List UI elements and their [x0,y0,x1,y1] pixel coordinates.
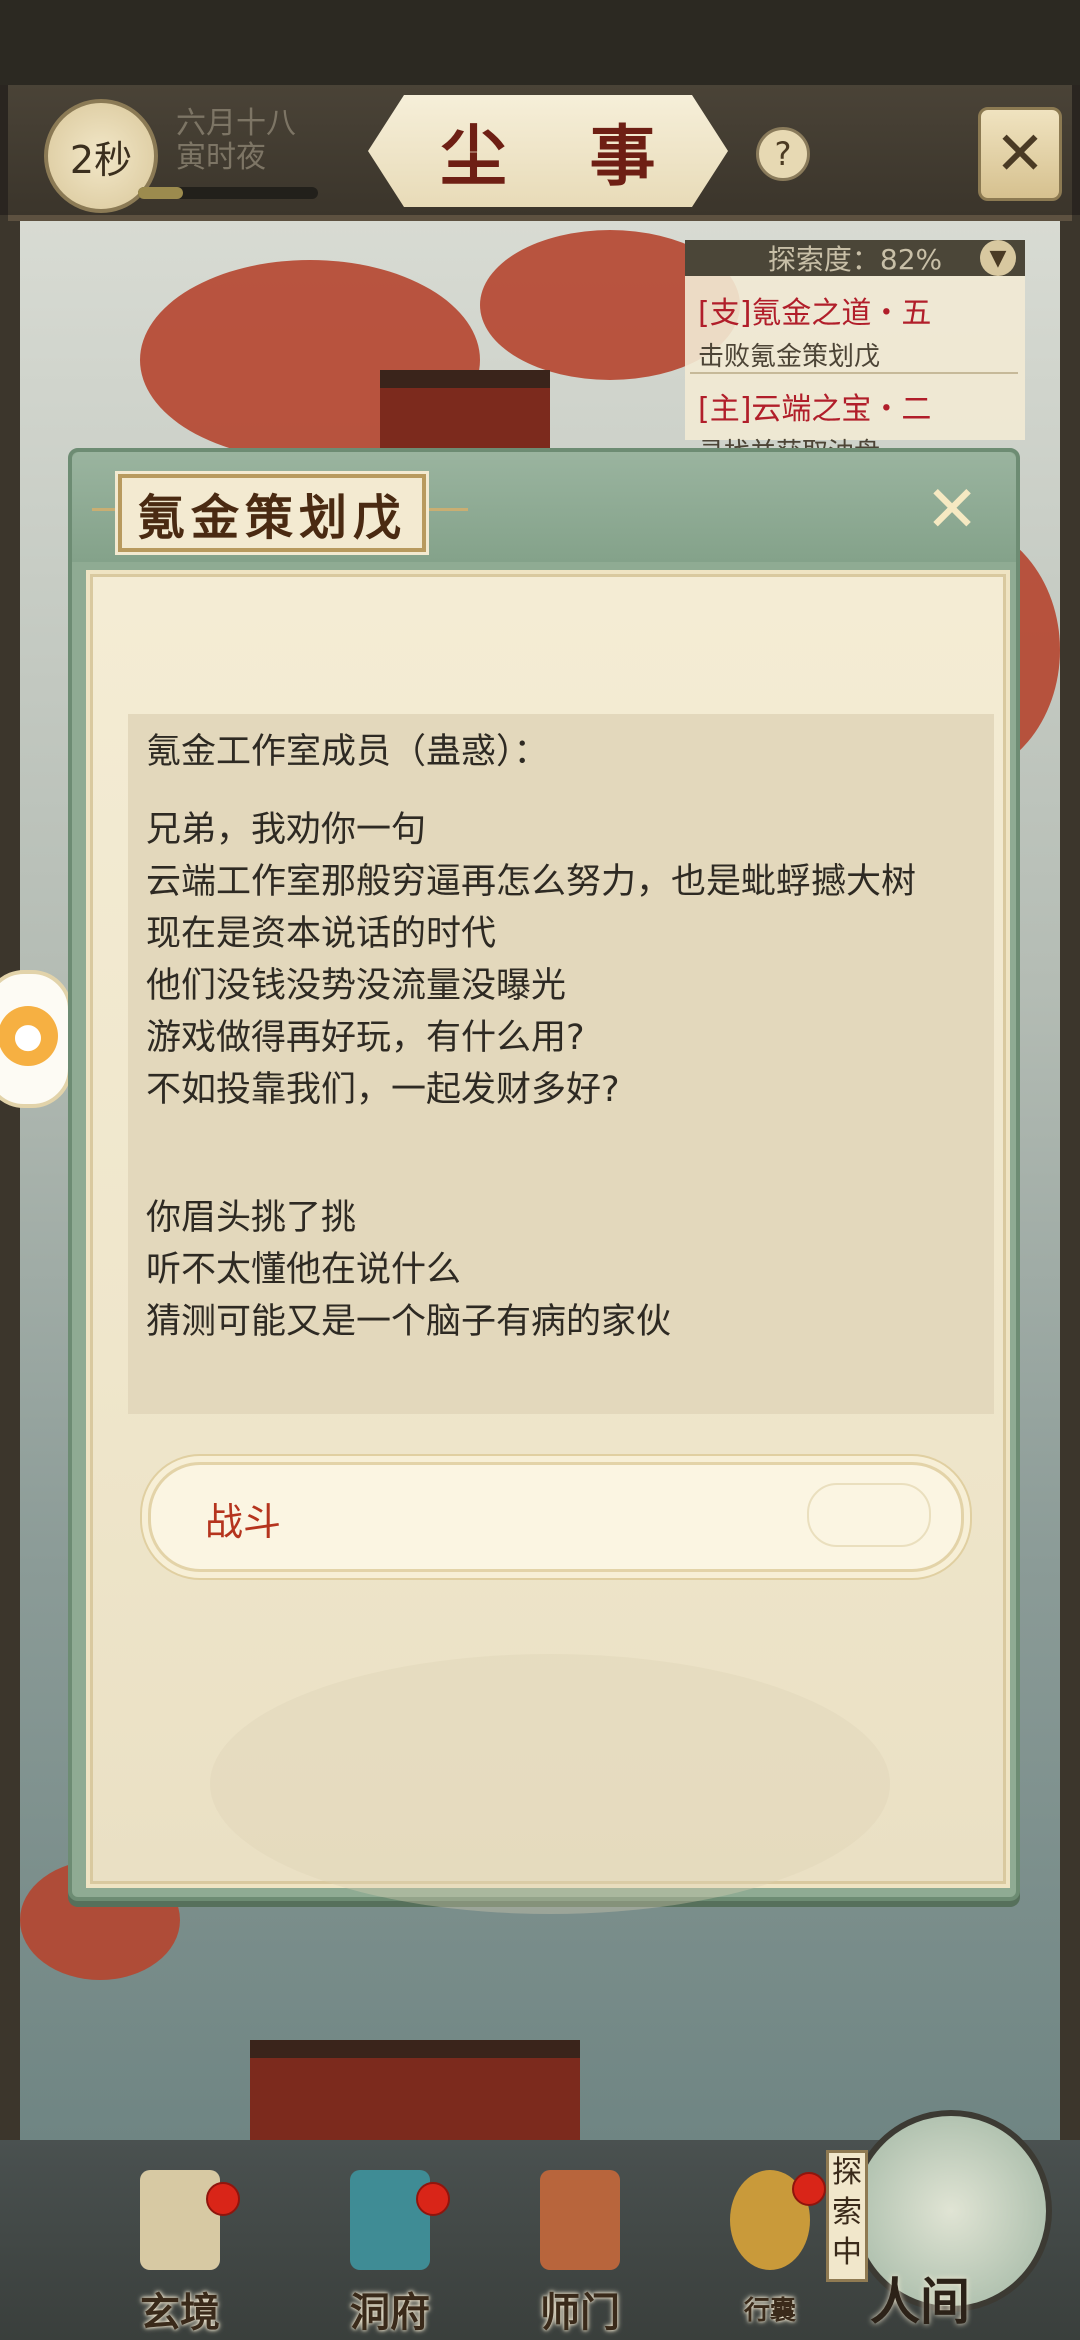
frame-right [1060,215,1080,2145]
status-bar-area [0,0,1080,85]
dialogue-line: 兄弟，我劝你一句 [146,810,427,850]
fight-option-button[interactable]: 战斗 [148,1462,964,1572]
close-icon: ✕ [994,119,1046,189]
title-plaque: 尘 事 [368,95,728,207]
gamepad-icon: ● [0,1006,58,1066]
dialog-close-button[interactable]: ✕ [920,473,984,547]
time-line: 寅时夜 [176,140,266,175]
nav-label: 行囊 [743,2296,796,2326]
dialogue-line: 现在是资本说话的时代 [146,914,497,954]
dialogue-line: 不如投靠我们，一起发财多好? [146,1070,620,1110]
header-bar: 2秒 六月十八 寅时夜 尘 事 ? ✕ [8,85,1072,221]
mist-landscape [210,1654,890,1914]
event-dialog: 氪金策划戊 ✕ 氪金工作室成员（蛊惑）： 兄弟，我劝你一句 云端工作室那般穷逼再… [68,448,1020,1914]
cloud-ornament [807,1483,931,1547]
scroll-icon [140,2170,220,2270]
nav-item-xuanjing[interactable]: 玄境 [110,2170,250,2336]
dialogue-text-box[interactable]: 氪金工作室成员（蛊惑）： 兄弟，我劝你一句 云端工作室那般穷逼再怎么努力，也是蚍… [128,714,994,1414]
quest-item-title[interactable]: [支]氪金之道・五 [698,288,931,332]
nav-item-xingnang[interactable]: 行囊 [700,2170,840,2330]
quest-item-subtitle: 击败氪金策划戊 [698,342,881,372]
notification-dot [416,2182,450,2216]
exploring-tag: 探索中 [826,2150,868,2282]
dialog-title-plaque: 氪金策划戊 [115,471,429,555]
narration-paragraph: 你眉头挑了挑 听不太懂他在说什么 猜测可能又是一个脑子有病的家伙 [146,1192,976,1348]
dialog-title: 氪金策划戊 [136,490,407,546]
dialogue-line: 游戏做得再好玩，有什么用? [146,1018,585,1058]
time-progress-bar [138,187,318,199]
game-screen: 2秒 六月十八 寅时夜 尘 事 ? ✕ 探索度：82% ▼ [支]氪金之道・五 … [0,0,1080,2340]
nav-label: 师门 [540,2289,620,2336]
notification-dot [792,2172,826,2206]
nav-label: 洞府 [350,2289,430,2336]
narration-line: 听不太懂他在说什么 [146,1250,462,1290]
chevron-down-icon[interactable]: ▼ [980,240,1016,276]
narration-line: 猜测可能又是一个脑子有病的家伙 [146,1302,672,1342]
dialog-body: 氪金工作室成员（蛊惑）： 兄弟，我劝你一句 云端工作室那般穷逼再怎么努力，也是蚍… [86,570,1010,1914]
page-title: 尘 事 [440,117,686,195]
option-label: 战斗 [205,1500,282,1544]
close-icon: ✕ [925,473,979,547]
exploration-progress: 探索度：82% [685,240,1025,276]
dialogue-paragraph: 兄弟，我劝你一句 云端工作室那般穷逼再怎么努力，也是蚍蜉撼大树 现在是资本说话的… [146,804,976,1116]
date-display: 六月十八 寅时夜 [176,107,296,175]
speaker-label: 氪金工作室成员（蛊惑）： [146,732,549,772]
cave-lantern-icon [350,2170,430,2270]
divider [690,372,1018,374]
frame-left [0,215,20,2145]
banner-icon [540,2170,620,2270]
floating-assistant-button[interactable]: ● [0,970,72,1108]
time-progress-fill [138,187,183,199]
help-button[interactable]: ? [756,127,810,181]
world-label: 人间 [870,2272,970,2331]
narration-line: 你眉头挑了挑 [146,1198,357,1238]
date-line: 六月十八 [176,106,296,141]
quest-item-title[interactable]: [主]云端之宝・二 [698,384,931,428]
dialogue-line: 云端工作室那般穷逼再怎么努力，也是蚍蜉撼大树 [146,862,917,902]
close-button[interactable]: ✕ [978,107,1062,201]
nav-item-shimen[interactable]: 师门 [510,2170,650,2336]
notification-dot [206,2182,240,2216]
nav-item-dongfu[interactable]: 洞府 [320,2170,460,2336]
dialogue-line: 他们没钱没势没流量没曝光 [146,966,567,1006]
nav-label: 玄境 [140,2289,220,2336]
